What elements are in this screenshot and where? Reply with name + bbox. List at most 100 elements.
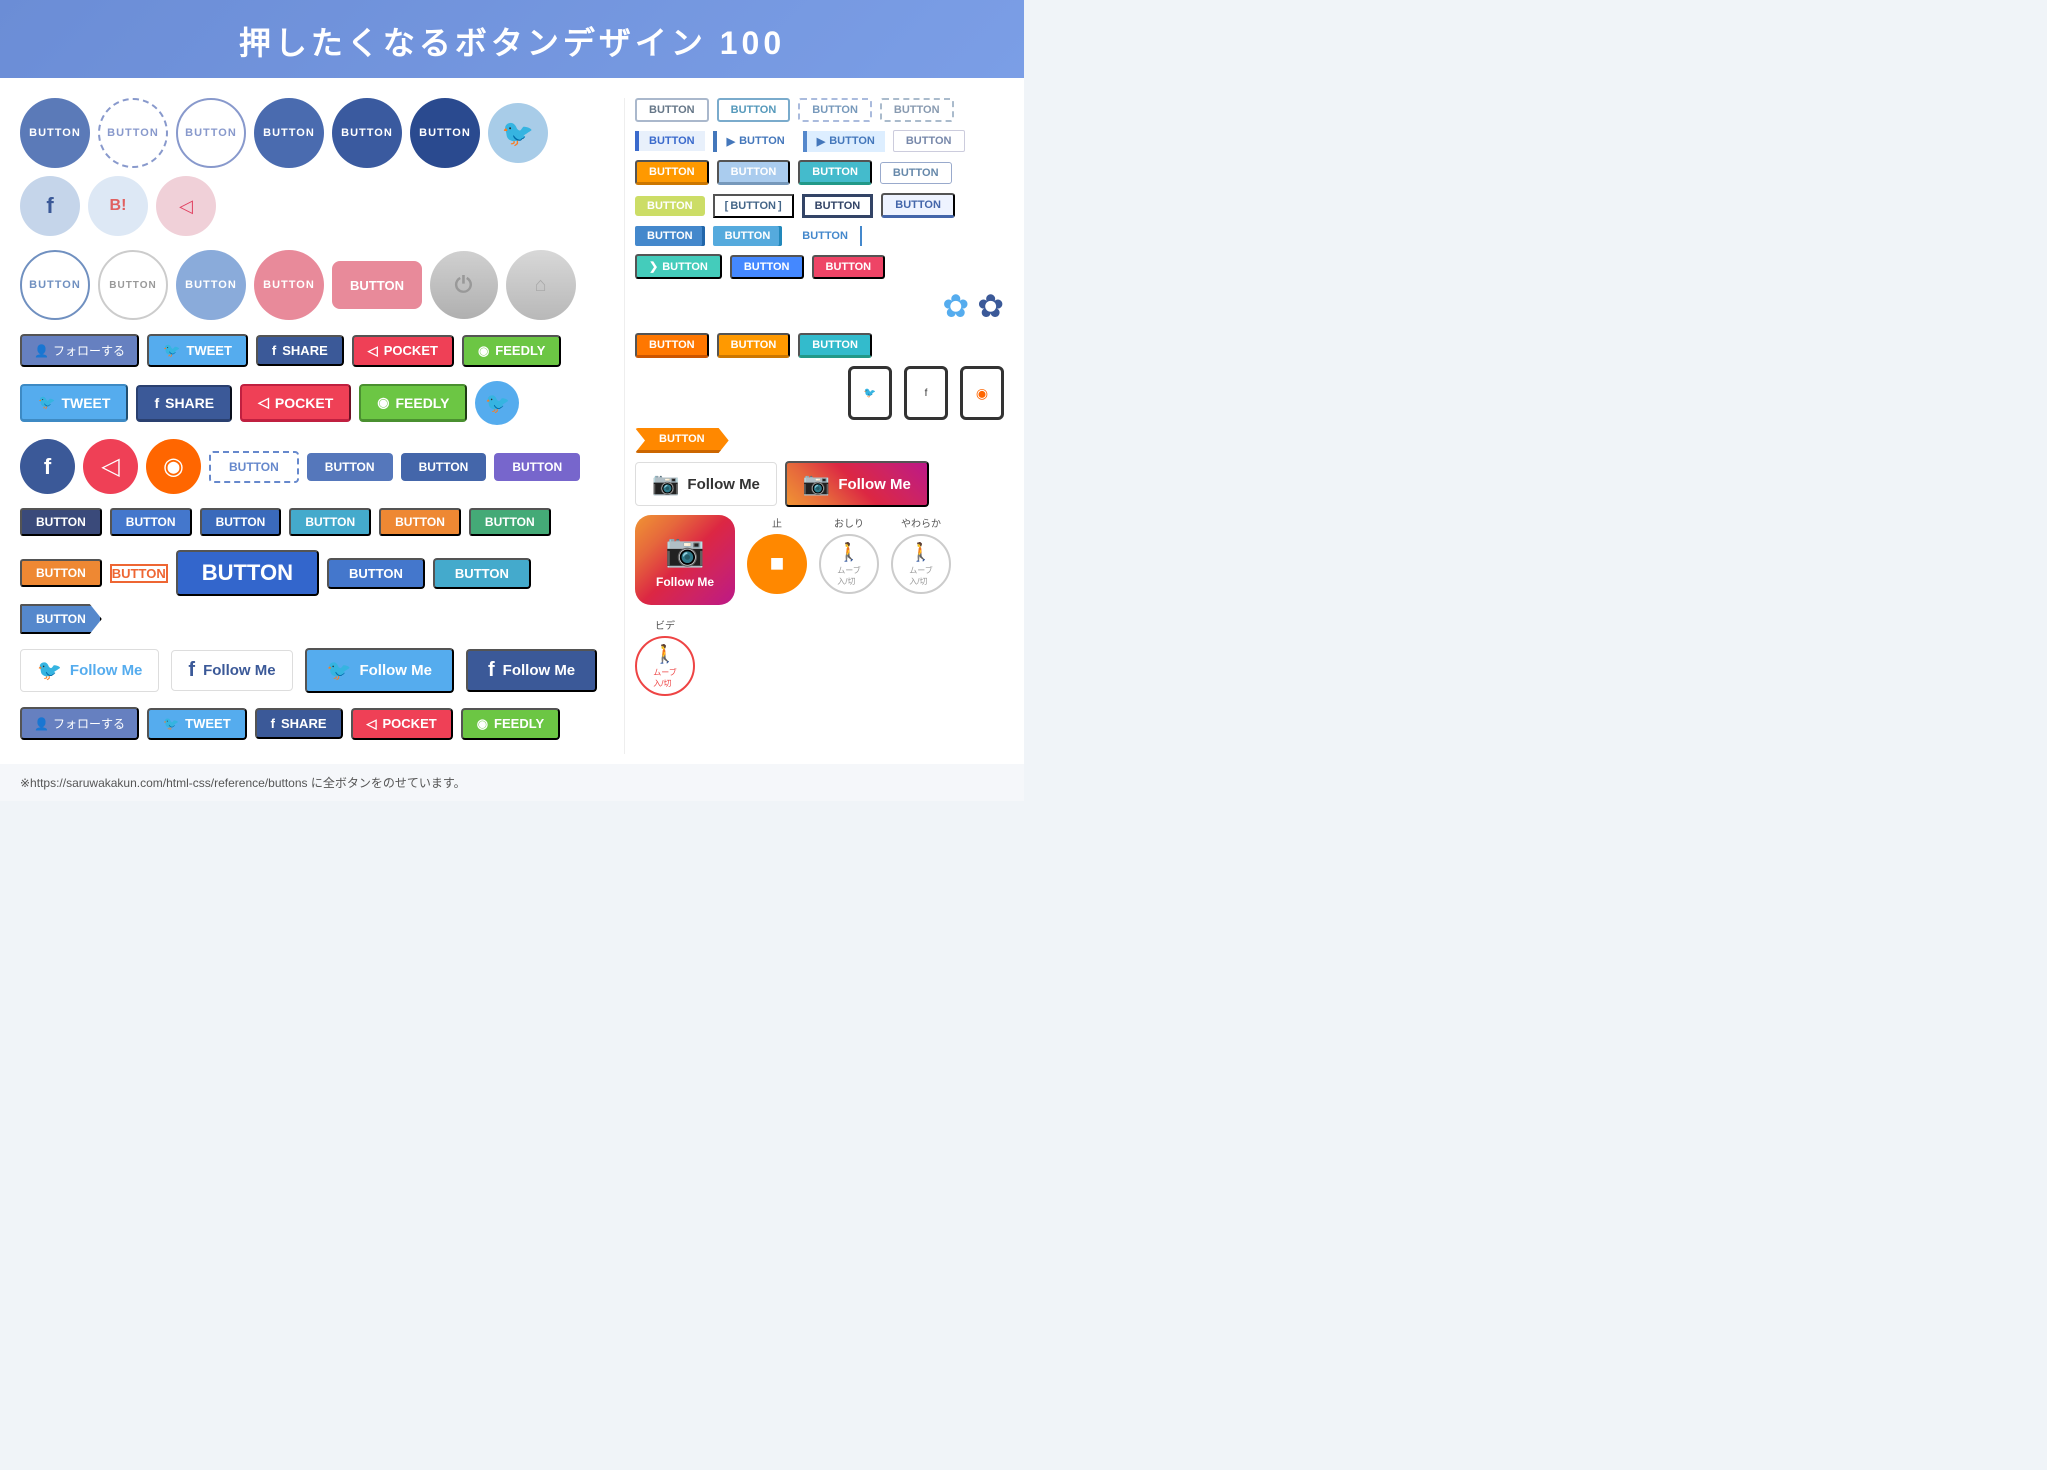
follow-button-small[interactable]: 👤 フォローする (20, 334, 139, 367)
button-soft-blue[interactable]: BUTTON (176, 250, 246, 320)
button-solid-purple[interactable]: BUTTON (494, 453, 580, 481)
button-solid-blue2[interactable]: BUTTON (401, 453, 487, 481)
tweet-button-large[interactable]: 🐦 TWEET (20, 384, 128, 422)
bideo-button[interactable]: 🚶 ムーブ入/切 (635, 636, 695, 696)
right-border-bold-btn[interactable]: BUTTON (802, 194, 874, 218)
right-accent-plain[interactable]: BUTTON (880, 162, 952, 184)
right-outline-btn1[interactable]: BUTTON (635, 98, 709, 122)
phone-icon[interactable]: f (904, 366, 948, 420)
button-green[interactable]: BUTTON (469, 508, 551, 536)
right-chevron-blue[interactable]: BUTTON (730, 255, 804, 279)
social-share-row-small: 👤 フォローする 🐦 TWEET f SHARE ◁ POCKET ◉ FEED… (20, 334, 614, 367)
follow-button-bottom[interactable]: 👤 フォローする (20, 707, 139, 740)
ig-follow-gradient[interactable]: 📷 Follow Me (785, 461, 929, 507)
button-teal[interactable]: BUTTON (289, 508, 371, 536)
right-accent-blue[interactable]: BUTTON (717, 160, 791, 185)
button-blue2[interactable]: BUTTON (200, 508, 282, 536)
right-pipe-btn1[interactable]: BUTTON (635, 226, 705, 246)
button-medium-blue[interactable]: BUTTON (254, 98, 324, 168)
right-accent-orange[interactable]: BUTTON (635, 160, 709, 185)
follow-twitter-filled[interactable]: 🐦 Follow Me (305, 648, 454, 693)
right-plain-btn[interactable]: BUTTON (893, 130, 965, 152)
right-arrow-btn[interactable]: ▶ BUTTON (803, 131, 885, 152)
right-pipe-btn2[interactable]: BUTTON (713, 226, 783, 246)
button-mid-teal[interactable]: BUTTON (433, 558, 531, 589)
button-outline-solid[interactable]: BUTTON (176, 98, 246, 168)
button-orange[interactable]: BUTTON (379, 508, 461, 536)
button-outline-gray[interactable]: BUTTON (98, 250, 168, 320)
right-orange4[interactable]: BUTTON (717, 333, 791, 358)
home-button[interactable]: ⌂ (506, 250, 576, 320)
yawaraka-label: やわらか (901, 515, 941, 530)
button-arrow-right[interactable]: BUTTON (20, 604, 102, 634)
tweet-button-bottom[interactable]: 🐦 TWEET (147, 708, 247, 740)
right-blue-bottom-btn[interactable]: BUTTON (881, 193, 955, 218)
tablet-icon[interactable]: 🐦 (848, 366, 892, 420)
follow-facebook-outline[interactable]: f Follow Me (171, 650, 292, 691)
feedly-button-bottom[interactable]: ◉ FEEDLY (461, 708, 560, 740)
twitter-circle-icon[interactable]: 🐦 (488, 103, 548, 163)
right-outline-btn2[interactable]: BUTTON (717, 98, 791, 122)
feedly-button-large[interactable]: ◉ FEEDLY (359, 384, 467, 422)
power-button[interactable]: ⏻ (430, 251, 498, 319)
stop-button[interactable]: ■ (747, 534, 807, 594)
right-bracket-row: BUTTON BUTTON BUTTON BUTTON (635, 193, 1004, 218)
right-pipe-btn3[interactable]: BUTTON (790, 226, 862, 246)
button-dark-blue[interactable]: BUTTON (332, 98, 402, 168)
facebook-gear-icon[interactable]: ✿ (977, 287, 1004, 325)
pocket-circle-icon[interactable]: ◁ (156, 176, 216, 236)
right-chevron-teal[interactable]: BUTTON (635, 254, 722, 279)
button-soft-pink[interactable]: BUTTON (254, 250, 324, 320)
twitter-gear-icon[interactable]: ✿ (942, 287, 969, 325)
button-navy[interactable]: BUTTON (20, 508, 102, 536)
button-outline-white[interactable]: BUTTON (20, 250, 90, 320)
share-button-large-fb[interactable]: f SHARE (136, 385, 232, 422)
right-teal2[interactable]: BUTTON (798, 333, 872, 358)
tweet-button-small[interactable]: 🐦 TWEET (147, 334, 248, 367)
button-mid[interactable]: BUTTON (327, 558, 425, 589)
arrow-icon-r: ▶ (727, 135, 735, 148)
facebook-circle-icon[interactable]: f (20, 176, 80, 236)
right-dashed-btn2[interactable]: BUTTON (880, 98, 954, 122)
yawaraka-button[interactable]: 🚶 ムーブ入/切 (891, 534, 951, 594)
button-ribbon-white[interactable]: BUTTON (110, 564, 168, 583)
button-outline-dashed[interactable]: BUTTON (98, 98, 168, 168)
follow-twitter-outline[interactable]: 🐦 Follow Me (20, 649, 159, 692)
right-dashed-btn1[interactable]: BUTTON (798, 98, 872, 122)
pocket-icon-circle[interactable]: ◁ (83, 439, 138, 494)
button-blue[interactable]: BUTTON (110, 508, 192, 536)
right-bracket-btn[interactable]: BUTTON (713, 194, 794, 218)
button-big-blue[interactable]: BUTTON (176, 550, 319, 596)
rss-icon-circle[interactable]: ◉ (146, 439, 201, 494)
right-chevron-red[interactable]: BUTTON (812, 255, 886, 279)
pocket-button-small[interactable]: ◁ POCKET (352, 335, 454, 367)
right-orange3[interactable]: BUTTON (635, 333, 709, 358)
button-flat-blue[interactable]: BUTTON (20, 98, 90, 168)
right-orange-wide[interactable]: BUTTON (635, 428, 729, 453)
pocket-button-bottom[interactable]: ◁ POCKET (351, 708, 453, 740)
right-lime-btn[interactable]: BUTTON (635, 196, 705, 216)
footer-note: ※https://saruwakakun.com/html-css/refere… (20, 776, 466, 790)
button-darker-blue[interactable]: BUTTON (410, 98, 480, 168)
facebook-icon-circle[interactable]: f (20, 439, 75, 494)
button-dashed-blue[interactable]: BUTTON (209, 451, 299, 483)
button-pill-pink[interactable]: BUTTON (332, 261, 422, 309)
pocket-button-large[interactable]: ◁ POCKET (240, 384, 351, 422)
share-button-small-fb[interactable]: f SHARE (256, 335, 344, 366)
stop-label: 止 (772, 515, 782, 530)
feedly-button-small[interactable]: ◉ FEEDLY (462, 335, 561, 367)
twitter-circle-button[interactable]: 🐦 (475, 381, 519, 425)
phone-label: f (925, 388, 928, 399)
right-left-border-btn2[interactable]: ▶ BUTTON (713, 131, 795, 152)
oshiri-button[interactable]: 🚶 ムーブ入/切 (819, 534, 879, 594)
ig-follow-plain[interactable]: 📷 Follow Me (635, 462, 777, 506)
hatena-circle-icon[interactable]: B! (88, 176, 148, 236)
right-left-border-btn1[interactable]: BUTTON (635, 131, 705, 151)
right-accent-teal[interactable]: BUTTON (798, 160, 872, 185)
button-solid-blue[interactable]: BUTTON (307, 453, 393, 481)
rss-device-icon[interactable]: ◉ (960, 366, 1004, 420)
follow-facebook-filled[interactable]: f Follow Me (466, 649, 597, 692)
share-button-bottom-fb[interactable]: f SHARE (255, 708, 343, 739)
ig-big-button[interactable]: 📷 Follow Me (635, 515, 735, 605)
button-ribbon-orange[interactable]: BUTTON (20, 559, 102, 587)
